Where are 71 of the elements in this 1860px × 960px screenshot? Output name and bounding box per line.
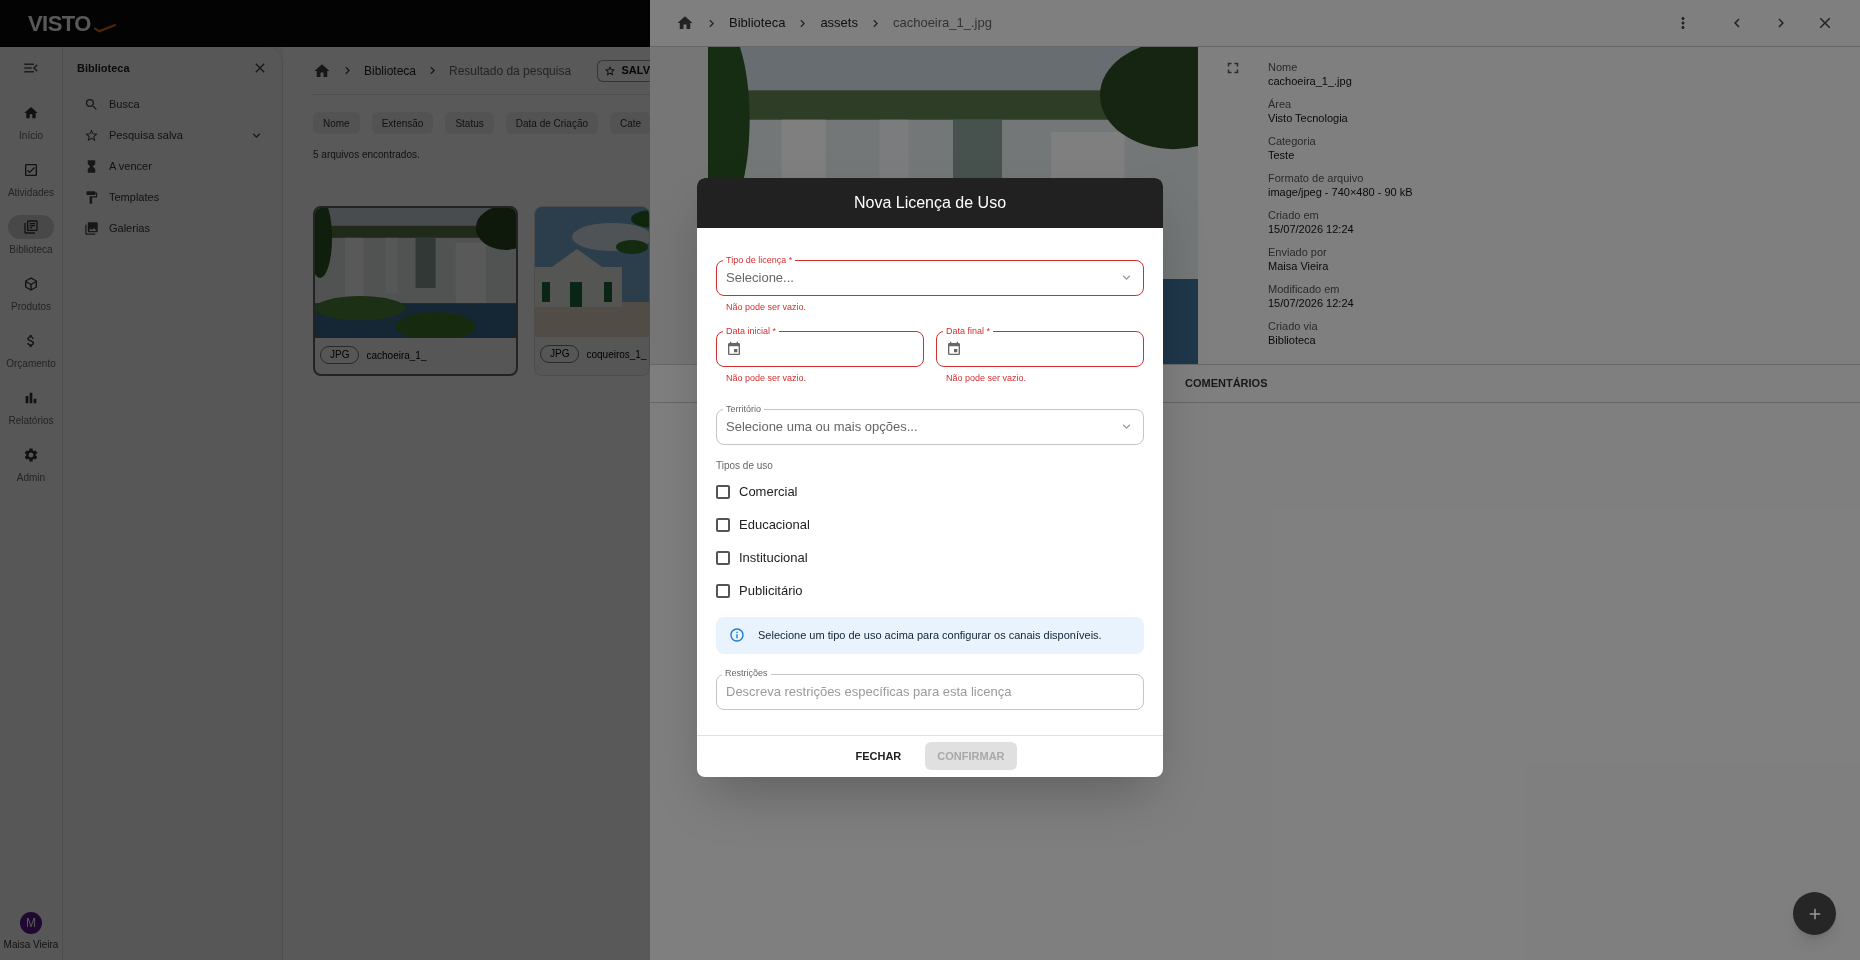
detail-label: Criado via	[1268, 319, 1319, 333]
search-icon	[84, 96, 99, 112]
detail-label: Nome	[1268, 60, 1299, 74]
detail-label: Modificado em	[1268, 282, 1341, 296]
paint-roller-icon	[84, 189, 99, 205]
detail-value: 15/07/2026 12:24	[1268, 296, 1355, 310]
library-icon	[23, 219, 39, 235]
result-count: 5 arquivos encontrados.	[313, 148, 420, 162]
error-message: Não pode ser vazio.	[946, 372, 1028, 385]
breadcrumb-item[interactable]: assets	[820, 13, 858, 33]
filter-chip[interactable]: Status	[445, 112, 494, 134]
detail-value: Biblioteca	[1268, 333, 1317, 347]
error-message: Não pode ser vazio.	[726, 300, 808, 314]
filter-chip[interactable]: Nome	[313, 112, 360, 134]
nav-item[interactable]: Pesquisa salva	[77, 119, 268, 151]
detail-label: Área	[1268, 97, 1293, 111]
nav-item[interactable]: Templates	[77, 181, 268, 213]
detail-label: Categoria	[1268, 134, 1317, 148]
user-name: Maisa Vieira	[3, 938, 59, 952]
file-card[interactable]: JPG cachoeira_1_	[313, 206, 518, 376]
filter-chip[interactable]: Cate	[610, 112, 650, 134]
filter-chip[interactable]: Data de Criação	[505, 112, 598, 134]
filter-chip[interactable]: Extensão	[371, 112, 434, 134]
breadcrumb-item: cachoeira_1_.jpg	[892, 14, 992, 33]
checkbox-label: Comercial	[739, 483, 798, 502]
checkbox[interactable]	[716, 485, 730, 499]
calendar-icon[interactable]	[946, 341, 962, 357]
detail-value: Visto Tecnologia	[1268, 111, 1349, 125]
error-message: Não pode ser vazio.	[726, 372, 808, 385]
star-icon	[84, 127, 99, 143]
checkbox-label: Institucional	[739, 549, 808, 568]
cube-icon	[23, 276, 39, 292]
detail-value: Teste	[1268, 148, 1296, 162]
home-icon[interactable]	[676, 14, 694, 32]
checkbox[interactable]	[716, 551, 730, 565]
avatar[interactable]: M	[20, 912, 42, 934]
file-name: coqueiros_1_	[586, 347, 647, 362]
home-icon	[23, 105, 39, 121]
panel-title: Biblioteca	[77, 61, 130, 76]
detail-value: cachoeira_1_.jpg	[1268, 74, 1353, 88]
dialog-title: Nova Licença de Uso	[853, 192, 1007, 213]
settings-icon	[23, 447, 39, 463]
calendar-icon[interactable]	[726, 341, 742, 357]
detail-value: 15/07/2026 12:24	[1268, 222, 1355, 236]
dialog-button[interactable]: FECHAR	[843, 742, 914, 770]
file-name: cachoeira_1_	[366, 348, 427, 363]
detail-label: Formato de arquivo	[1268, 171, 1365, 185]
detail-label: Enviado por	[1268, 245, 1328, 259]
info-icon	[729, 627, 745, 643]
section-label: Tipos de uso	[716, 458, 774, 473]
info-text: Selecione um tipo de uso acima para configurar os canais disponíveis.	[758, 627, 1102, 643]
gallery-icon	[84, 220, 99, 236]
tab[interactable]: COMENTÁRIOS	[1185, 375, 1268, 392]
detail-value: Maisa Vieira	[1268, 259, 1330, 273]
detail-value: image/jpeg - 740×480 - 90 kB	[1268, 185, 1413, 199]
star-icon	[604, 64, 617, 77]
checkbox[interactable]	[716, 518, 730, 532]
breadcrumb-item[interactable]: Biblioteca	[364, 61, 417, 80]
nav-item[interactable]: A vencer	[77, 150, 268, 182]
nav-item[interactable]: Busca	[77, 88, 268, 120]
logo: VISTO	[28, 10, 91, 38]
checkbox-label: Educacional	[739, 516, 810, 535]
file-card[interactable]: JPG coqueiros_1_	[534, 206, 650, 376]
tick-icon	[91, 22, 118, 33]
detail-label: Criado em	[1268, 208, 1320, 222]
checkbox[interactable]	[716, 584, 730, 598]
checkbox-icon	[23, 162, 39, 178]
nav-item[interactable]: Galerias	[77, 212, 268, 244]
breadcrumb-item[interactable]: Biblioteca	[729, 13, 786, 33]
bar-chart-icon	[23, 390, 39, 406]
checkbox-label: Publicitário	[739, 582, 803, 601]
